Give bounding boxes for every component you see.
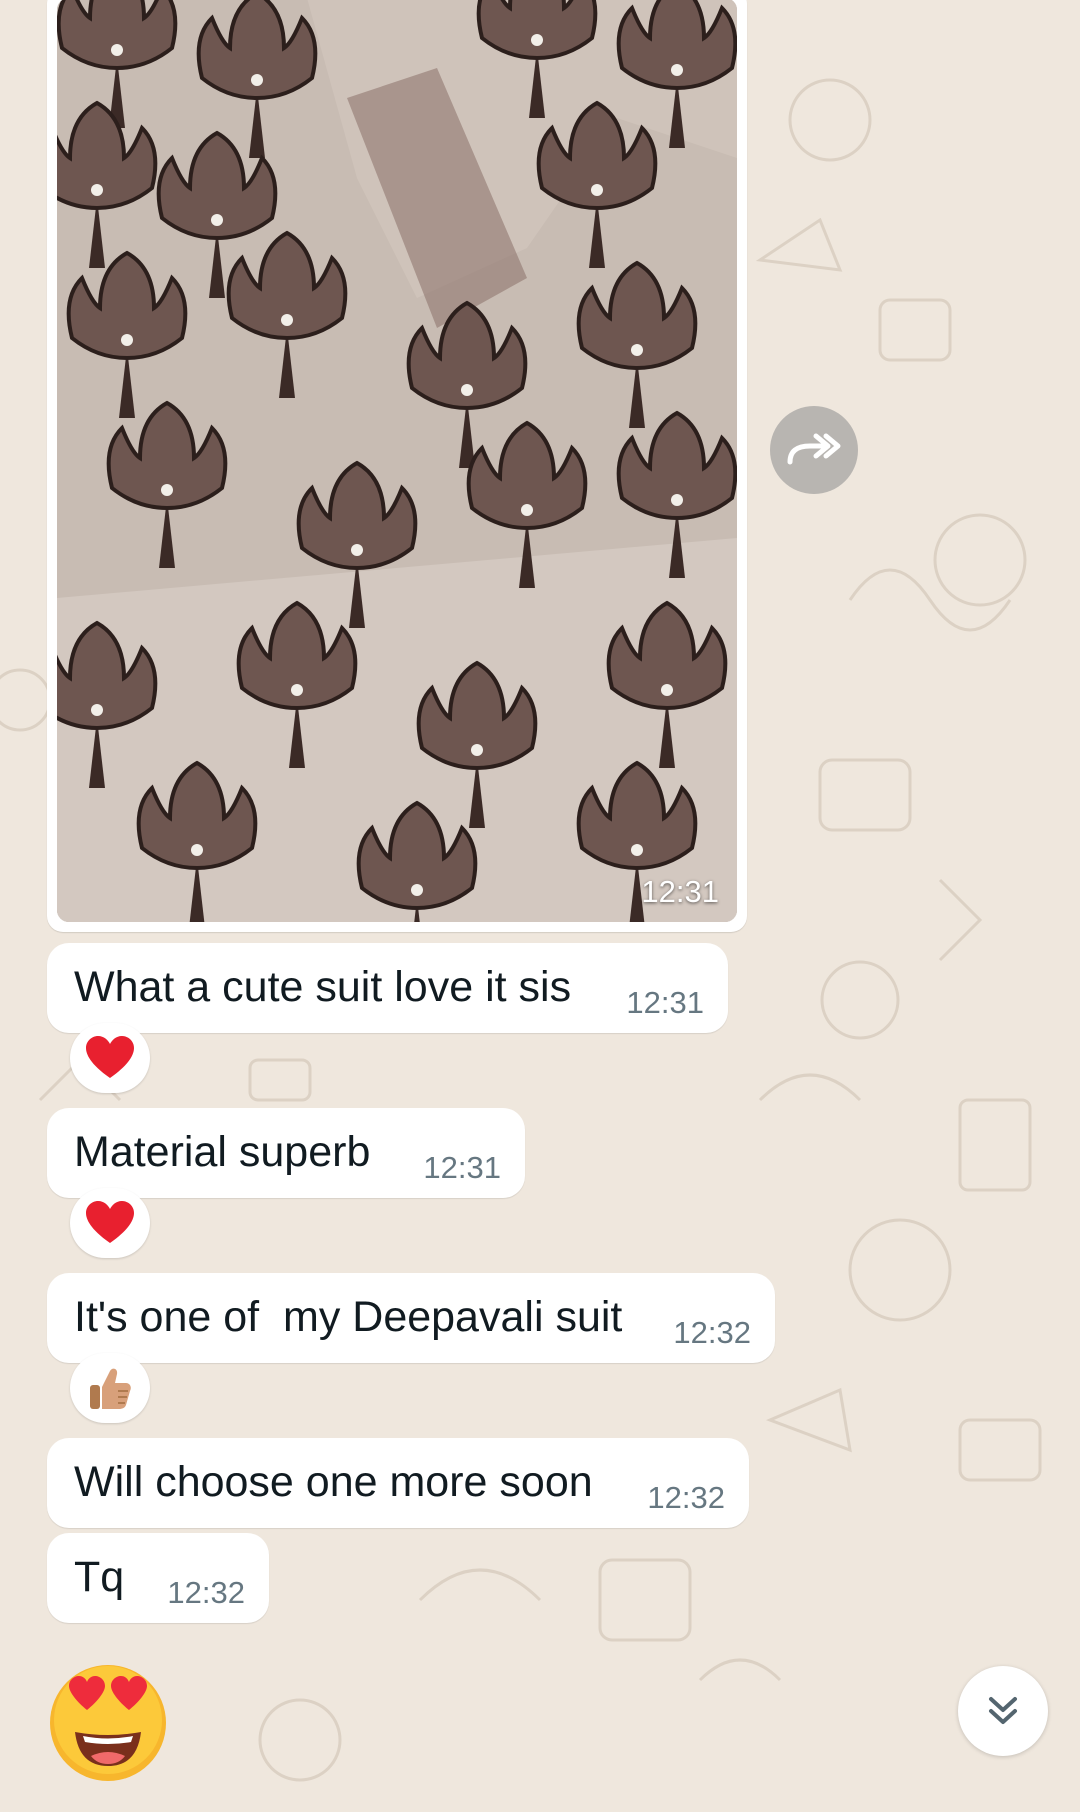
message-bubble[interactable]: What a cute suit love it sis 12:31 [47,943,728,1033]
message-timestamp: 12:31 [626,985,704,1020]
reaction-badge[interactable] [70,1188,150,1258]
message-text: Will choose one more soon [74,1458,593,1506]
scroll-to-bottom-button[interactable] [958,1666,1048,1756]
fabric-image [57,0,737,922]
message-text: Material superb [74,1128,371,1176]
message-timestamp: 12:32 [167,1575,245,1610]
message-timestamp: 12:32 [673,1315,751,1350]
message-bubble[interactable]: Tq 12:32 [47,1533,269,1623]
chat-area: 12:31 What a cute suit love it sis 12:31… [0,0,1080,1812]
message-text: It's one of my Deepavali suit [74,1293,623,1341]
heart-icon [86,1201,134,1243]
message-text: Tq [74,1553,125,1601]
message-timestamp: 12:31 [423,1150,501,1185]
reaction-badge[interactable] [70,1023,150,1093]
thumbs-up-icon [90,1368,131,1409]
image-message[interactable]: 12:31 [47,0,747,932]
double-chevron-down-icon [989,1697,1017,1724]
message-text: What a cute suit love it sis [74,963,572,1011]
emoji-message[interactable] [47,1662,169,1784]
message-bubble[interactable]: Material superb 12:31 [47,1108,525,1198]
heart-icon [86,1036,134,1078]
message-timestamp: 12:32 [647,1480,725,1515]
forward-icon [787,433,841,465]
photo-timestamp: 12:31 [641,874,719,909]
message-bubble[interactable]: It's one of my Deepavali suit 12:32 [47,1273,775,1363]
reaction-badge[interactable] [70,1353,150,1423]
forward-button[interactable] [770,406,858,494]
suit-photo[interactable]: 12:31 [57,0,737,922]
message-bubble[interactable]: Will choose one more soon 12:32 [47,1438,749,1528]
heart-eyes-emoji-icon [50,1665,166,1781]
